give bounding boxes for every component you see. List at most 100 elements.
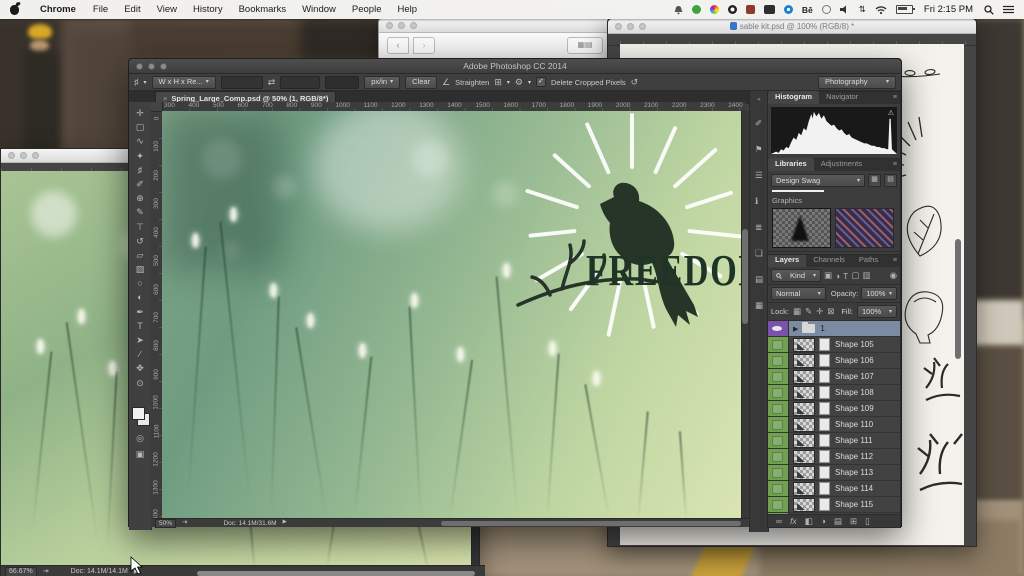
lock-pixels-icon[interactable]: ✎	[805, 306, 812, 317]
new-adjustment-layer-icon[interactable]: ◑	[821, 516, 826, 526]
forward-button[interactable]: ›	[413, 37, 435, 54]
menu-item[interactable]: File	[85, 4, 116, 15]
app-status-icon-blue[interactable]	[784, 5, 793, 14]
app-status-icon-green[interactable]	[692, 5, 701, 14]
layer-vector-mask-thumbnail[interactable]	[819, 466, 830, 479]
layer-visibility-well[interactable]	[768, 337, 789, 352]
expand-panels-icon[interactable]: «	[757, 97, 760, 103]
layer-thumbnail[interactable]	[793, 354, 815, 368]
layer-visibility-well[interactable]	[768, 369, 789, 384]
filter-smart-objects-icon[interactable]: ▥	[862, 270, 870, 281]
menu-item[interactable]: People	[344, 4, 390, 15]
straighten-button[interactable]: Straighten	[455, 78, 489, 87]
battery-icon[interactable]	[896, 5, 913, 14]
menu-item[interactable]: History	[185, 4, 231, 15]
layer-vector-mask-thumbnail[interactable]	[819, 402, 830, 415]
tool-button[interactable]: ✎	[132, 205, 148, 219]
library-asset-thumbnail[interactable]	[772, 208, 831, 248]
notification-center-icon[interactable]	[1003, 5, 1014, 14]
document-canvas[interactable]: FREEDOM	[162, 111, 741, 518]
time-machine-icon[interactable]	[822, 5, 831, 14]
grass-hscroll-thumb[interactable]	[197, 571, 475, 576]
tool-button[interactable]: ♯	[132, 163, 148, 177]
screen-mode-button[interactable]: ▣	[132, 447, 148, 461]
tab-libraries[interactable]: Libraries	[768, 158, 814, 171]
layer-row[interactable]: Shape 111	[768, 433, 900, 449]
layer-row[interactable]: Shape 113	[768, 465, 900, 481]
tool-button[interactable]: ∕	[132, 347, 148, 361]
layer-row[interactable]: Shape 109	[768, 401, 900, 417]
layer-thumbnail[interactable]	[793, 386, 815, 400]
layer-thumbnail[interactable]	[793, 482, 815, 496]
tab-channels[interactable]: Channels	[806, 254, 852, 267]
window-traffic-lights[interactable]	[1, 152, 39, 159]
layer-visibility-well[interactable]	[768, 481, 789, 496]
zoom-level-field[interactable]: 50%	[155, 519, 176, 528]
tab-histogram[interactable]: Histogram	[768, 91, 819, 104]
collapsed-panel-button[interactable]: ❏	[755, 248, 763, 259]
layer-row[interactable]: Shape 105	[768, 337, 900, 353]
menu-item[interactable]: View	[149, 4, 185, 15]
layer-visibility-well[interactable]	[768, 353, 789, 368]
crop-overlay-grid-icon[interactable]: ⊞	[494, 78, 502, 87]
layer-vector-mask-thumbnail[interactable]	[819, 386, 830, 399]
collapsed-panel-button[interactable]: ☰	[755, 170, 763, 181]
tool-button[interactable]: ○	[132, 276, 148, 290]
reset-crop-icon[interactable]: ↺	[631, 78, 639, 87]
collapsed-panel-button[interactable]: ⚑	[755, 144, 763, 155]
layer-vector-mask-thumbnail[interactable]	[819, 450, 830, 463]
uncached-refresh-warning-icon[interactable]: ⚠	[888, 109, 894, 117]
tool-button[interactable]: T	[132, 319, 148, 333]
app-status-icon-shield[interactable]	[746, 5, 755, 14]
tool-button[interactable]: ▱	[132, 248, 148, 262]
tool-button[interactable]: ▢	[132, 120, 148, 134]
layer-row[interactable]: Shape 110	[768, 417, 900, 433]
panel-menu-icon[interactable]: ≡	[893, 161, 897, 168]
menu-item[interactable]: Bookmarks	[231, 4, 295, 15]
volume-icon[interactable]	[840, 5, 850, 14]
window-traffic-lights[interactable]	[379, 22, 417, 29]
sable-scrollbar-thumb[interactable]	[955, 239, 961, 359]
grid-view-button[interactable]: ▦	[868, 174, 881, 187]
updown-arrows-icon[interactable]: ⇅	[859, 4, 866, 15]
layer-row[interactable]: Shape 106	[768, 353, 900, 369]
layer-thumbnail[interactable]	[793, 370, 815, 384]
new-group-icon[interactable]: ▤	[834, 516, 842, 527]
swap-dimensions-icon[interactable]: ⇄	[268, 78, 276, 87]
filter-type-layers-icon[interactable]: T	[843, 271, 848, 281]
layer-thumbnail[interactable]	[793, 450, 815, 464]
layer-vector-mask-thumbnail[interactable]	[819, 498, 830, 511]
export-icon[interactable]: ⇥	[43, 568, 49, 575]
filter-toggle-icon[interactable]: ◉	[890, 270, 897, 281]
link-layers-icon[interactable]: ∞	[776, 516, 782, 526]
tool-button[interactable]: ✐	[132, 177, 148, 191]
layer-row[interactable]: Shape 108	[768, 385, 900, 401]
tool-button[interactable]: ✛	[132, 106, 148, 120]
menu-app-name[interactable]: Chrome	[31, 4, 85, 15]
layer-visibility-eye[interactable]	[768, 321, 789, 336]
layer-row[interactable]: Shape 112	[768, 449, 900, 465]
resolution-unit-dropdown[interactable]: px/in▾	[364, 76, 400, 89]
new-layer-icon[interactable]: ⊞	[850, 516, 857, 527]
layer-visibility-well[interactable]	[768, 465, 789, 480]
list-view-button[interactable]: ▤	[884, 174, 897, 187]
menu-item[interactable]: Window	[294, 4, 344, 15]
workspace-switcher-dropdown[interactable]: Photography▾	[818, 76, 896, 89]
filter-adjustment-layers-icon[interactable]: ◑	[835, 271, 840, 281]
tool-button[interactable]: ⊕	[132, 191, 148, 205]
collapsed-panel-button[interactable]: ≣	[755, 222, 763, 233]
crop-tool-preset-icon[interactable]: ♯	[134, 78, 139, 87]
delete-layer-icon[interactable]: ▯	[865, 516, 870, 527]
behance-menu-icon[interactable]: Bē	[802, 5, 813, 15]
layer-row[interactable]: Shape 107	[768, 369, 900, 385]
status-arrow-icon[interactable]: ▶	[283, 520, 287, 526]
delete-cropped-pixels-checkbox[interactable]: ✓	[536, 77, 546, 87]
tool-button[interactable]: ➤	[132, 333, 148, 347]
crop-settings-gear-icon[interactable]: ⚙	[515, 78, 523, 87]
layer-visibility-well[interactable]	[768, 401, 789, 416]
photoshop-title-bar[interactable]: Adobe Photoshop CC 2014	[129, 59, 901, 74]
tool-preset-caret-icon[interactable]: ▾	[144, 79, 147, 86]
canvas-vscroll-thumb[interactable]	[742, 229, 748, 324]
tab-adjustments[interactable]: Adjustments	[814, 158, 869, 171]
menu-item[interactable]: Edit	[116, 4, 148, 15]
